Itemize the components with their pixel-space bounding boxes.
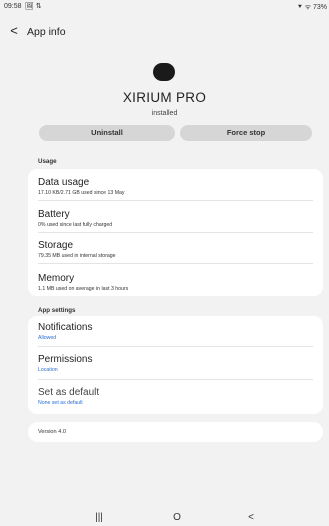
version-text: Version 4.0 — [38, 429, 66, 435]
status-bar: 09:58 🖼 ⇅ ⯆ ᯤ 73% — [0, 0, 329, 14]
battery-item[interactable]: Battery 0% used since last fully charged — [38, 209, 313, 228]
navigation-bar: ||| O < — [0, 512, 329, 526]
divider — [38, 200, 313, 201]
storage-item[interactable]: Storage 79.35 MB used in internal storag… — [38, 240, 313, 259]
uninstall-button[interactable]: Uninstall — [39, 125, 175, 141]
set-as-default-item[interactable]: Set as default None set as default — [38, 387, 313, 406]
back-button[interactable]: < — [6, 23, 22, 39]
storage-subtitle: 79.35 MB used in internal storage — [38, 253, 116, 259]
page-title: App info — [27, 26, 66, 38]
divider — [38, 263, 313, 264]
data-usage-title: Data usage — [38, 177, 90, 188]
divider — [38, 232, 313, 233]
storage-title: Storage — [38, 240, 74, 251]
app-settings-card: Notifications Allowed Permissions Locati… — [28, 316, 323, 414]
home-button[interactable]: O — [167, 512, 187, 523]
chevron-left-icon: < — [10, 23, 18, 38]
usage-card: Data usage 17.10 KB/2.71 GB used since 1… — [28, 169, 323, 296]
version-card: Version 4.0 — [28, 422, 323, 442]
app-name: XIRIUM PRO — [122, 90, 207, 105]
data-usage-subtitle: 17.10 KB/2.71 GB used since 13 May — [38, 190, 125, 196]
permissions-title: Permissions — [38, 354, 93, 365]
memory-title: Memory — [38, 273, 75, 284]
app-status: installed — [151, 110, 178, 117]
notification-icons: 🖼 ⇅ — [25, 3, 42, 10]
memory-subtitle: 1.1 MB used on average in last 3 hours — [38, 286, 129, 292]
nav-back-button[interactable]: < — [241, 512, 261, 523]
set-as-default-title: Set as default — [38, 387, 100, 398]
notifications-subtitle: Allowed — [38, 335, 57, 341]
status-time: 09:58 — [4, 3, 22, 10]
app-settings-section-header: App settings — [38, 307, 76, 314]
data-usage-item[interactable]: Data usage 17.10 KB/2.71 GB used since 1… — [38, 177, 313, 196]
force-stop-button[interactable]: Force stop — [180, 125, 312, 141]
permissions-item[interactable]: Permissions Location — [38, 354, 313, 373]
back-icon: < — [248, 512, 254, 523]
memory-item[interactable]: Memory 1.1 MB used on average in last 3 … — [38, 273, 313, 292]
permissions-subtitle: Location — [38, 367, 58, 373]
divider — [38, 346, 313, 347]
app-icon — [153, 63, 175, 81]
usage-section-header: Usage — [38, 158, 57, 165]
battery-title: Battery — [38, 209, 70, 220]
notifications-item[interactable]: Notifications Allowed — [38, 322, 313, 341]
battery-subtitle: 0% used since last fully charged — [38, 222, 113, 228]
recents-button[interactable]: ||| — [89, 512, 109, 523]
divider — [38, 379, 313, 380]
app-bar: < App info — [0, 22, 329, 42]
recents-icon: ||| — [95, 512, 103, 523]
set-as-default-subtitle: None set as default — [38, 400, 83, 406]
home-icon: O — [173, 512, 181, 523]
notifications-title: Notifications — [38, 322, 93, 333]
battery-wifi-status: ⯆ ᯤ 73% — [297, 4, 327, 11]
